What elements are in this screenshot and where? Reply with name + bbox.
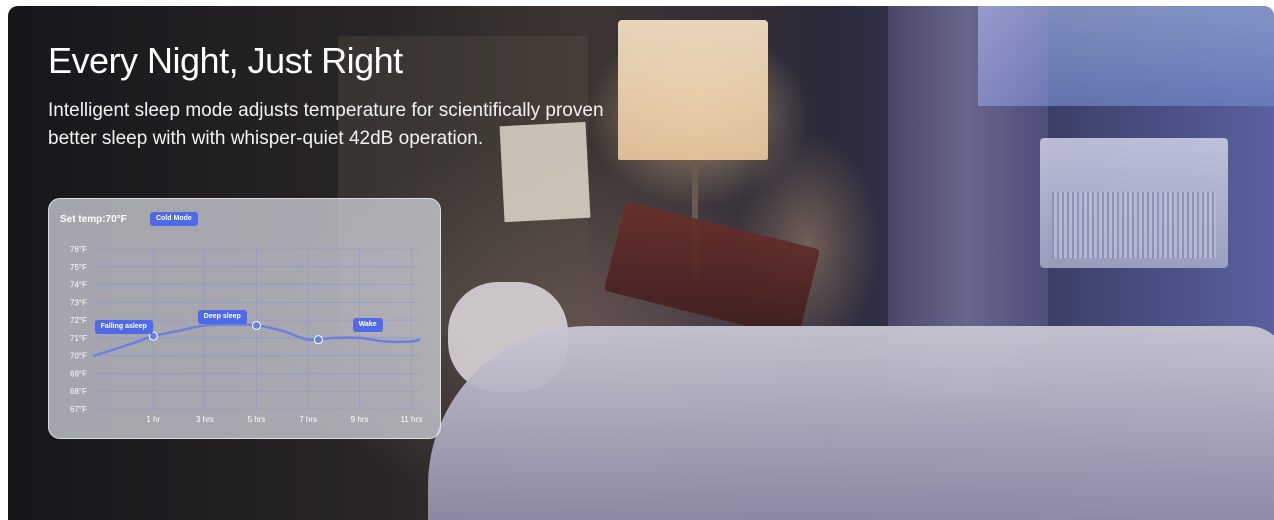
lamp-shade: [618, 20, 768, 160]
y-tick-label: 68°F: [70, 387, 87, 396]
mother-figure: [698, 84, 918, 384]
window-air-conditioner: [1040, 138, 1228, 268]
sleep-temperature-chart-card: Set temp:70°F Cold Mode 76°F 75°F 74°F 73°F…: [48, 198, 441, 439]
lamp-pole: [692, 160, 698, 280]
subtitle: Intelligent sleep mode adjusts temperatu…: [48, 100, 604, 149]
phase-annotation-chip: Wake: [352, 318, 383, 333]
y-tick-label: 72°F: [70, 316, 87, 325]
curve-marker: [313, 335, 323, 345]
x-tick-label: 7 hrs: [299, 415, 317, 424]
x-tick-label: 11 hrs: [400, 415, 422, 424]
open-book: [603, 201, 821, 339]
y-tick-label: 76°F: [70, 245, 87, 254]
phase-annotation-chip: Deep sleep: [197, 309, 247, 324]
x-tick-label: 1 hr: [146, 415, 160, 424]
curtain: [888, 6, 1048, 396]
y-tick-label: 74°F: [70, 281, 87, 290]
y-tick-label: 71°F: [70, 334, 87, 343]
curve-marker: [252, 320, 261, 330]
x-tick-label: 5 hrs: [248, 415, 266, 424]
headline: Every Night, Just Right: [48, 40, 403, 81]
y-tick-label: 73°F: [70, 298, 87, 307]
blanket: [428, 326, 1274, 520]
y-tick-label: 75°F: [70, 263, 87, 272]
y-tick-label: 69°F: [70, 369, 87, 378]
x-tick-label: 9 hrs: [351, 415, 369, 424]
window-background: [978, 6, 1274, 106]
x-tick-label: 3 hrs: [196, 415, 214, 424]
ac-grill: [1052, 192, 1216, 258]
y-tick-label: 67°F: [70, 405, 87, 414]
pillow: [448, 282, 568, 392]
phase-annotation-chip: Falling asleep: [94, 320, 153, 335]
y-tick-label: 70°F: [70, 352, 87, 361]
